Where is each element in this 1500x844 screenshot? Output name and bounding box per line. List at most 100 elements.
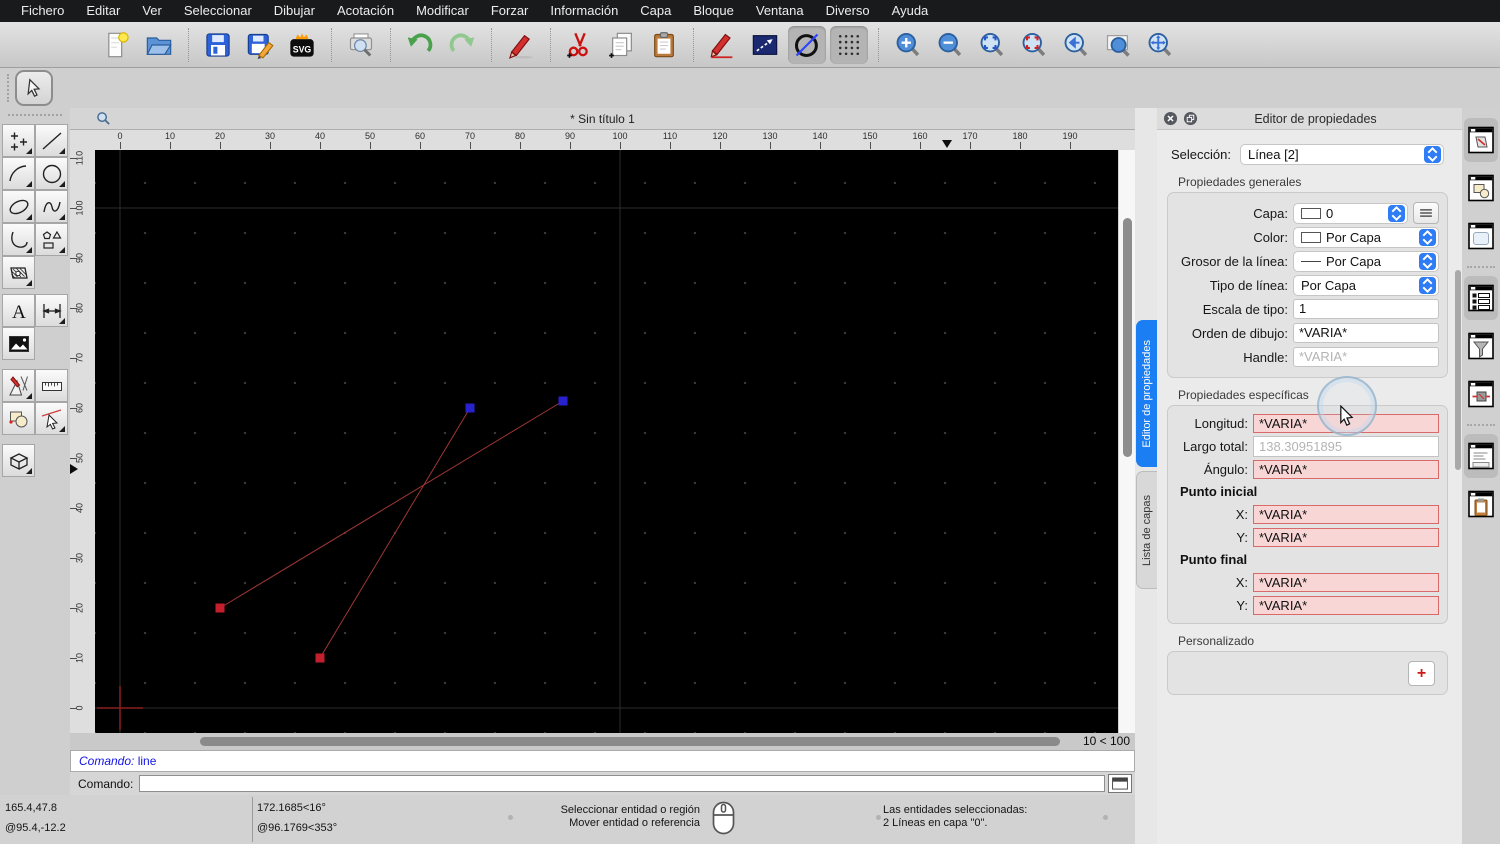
print-preview-button[interactable]	[342, 26, 380, 64]
zoom-pan-button[interactable]	[1141, 26, 1179, 64]
property-input[interactable]: *VARIA*	[1293, 347, 1439, 367]
property-input[interactable]: *VARIA*	[1293, 323, 1439, 343]
remove-entity-button[interactable]	[502, 26, 540, 64]
capa-dropdown[interactable]: 0	[1293, 203, 1408, 224]
toolbar-handle[interactable]	[7, 74, 9, 102]
select-tool-button[interactable]	[15, 70, 53, 106]
tool-delete-entity[interactable]	[35, 402, 68, 435]
line-start-handle[interactable]	[216, 604, 225, 613]
vertical-scrollbar[interactable]	[1118, 150, 1135, 733]
command-input[interactable]	[139, 775, 1105, 792]
drawing-canvas[interactable]	[95, 150, 1118, 733]
tool-points[interactable]	[2, 124, 35, 157]
open-file-button[interactable]	[140, 26, 178, 64]
pen-palette-window-toggle[interactable]	[1464, 372, 1498, 416]
draw-pencil-button[interactable]	[704, 26, 742, 64]
varies-field[interactable]: *VARIA*	[1253, 573, 1439, 592]
tool-ellipse[interactable]	[2, 190, 35, 223]
varies-field[interactable]: *VARIA*	[1253, 596, 1439, 615]
select-window-button[interactable]	[746, 26, 784, 64]
menu-modificar[interactable]: Modificar	[405, 0, 480, 22]
close-panel-icon[interactable]	[1163, 111, 1178, 126]
library-window-toggle[interactable]	[1464, 214, 1498, 258]
zoom-in-button[interactable]	[889, 26, 927, 64]
zoom-selected-button[interactable]	[1015, 26, 1053, 64]
tool-modify[interactable]	[2, 369, 35, 402]
total-length-field[interactable]: 138.30951895	[1253, 436, 1439, 457]
entity-line[interactable]	[320, 408, 470, 658]
menu-seleccionar[interactable]: Seleccionar	[173, 0, 263, 22]
tool-arc[interactable]	[2, 157, 35, 190]
undo-button[interactable]	[401, 26, 439, 64]
keyboard-toggle-button[interactable]	[1108, 774, 1132, 793]
layer-menu-button[interactable]	[1413, 202, 1439, 224]
zoom-window-button[interactable]	[1099, 26, 1137, 64]
tool-polyline[interactable]	[2, 223, 35, 256]
menu-ventana[interactable]: Ventana	[745, 0, 815, 22]
property-input[interactable]: 1	[1293, 299, 1439, 319]
tool-blocks[interactable]	[2, 402, 35, 435]
line-end-handle[interactable]	[466, 404, 475, 413]
menu-capa[interactable]: Capa	[629, 0, 682, 22]
command-window-toggle[interactable]	[1464, 434, 1498, 478]
undock-panel-icon[interactable]	[1183, 111, 1198, 126]
layer-list-window-toggle[interactable]	[1464, 276, 1498, 320]
tool-text[interactable]: A	[2, 294, 35, 327]
tool-spline[interactable]	[35, 190, 68, 223]
grosordelalínea-dropdown[interactable]: Por Capa	[1293, 251, 1439, 272]
tool-box-3d[interactable]	[2, 444, 35, 477]
block-list-window-toggle[interactable]	[1464, 166, 1498, 210]
toggle-grid-button[interactable]	[830, 26, 868, 64]
tool-circle[interactable]	[35, 157, 68, 190]
zoom-auto-button[interactable]	[973, 26, 1011, 64]
layer-filter-window-toggle[interactable]	[1464, 324, 1498, 368]
zoom-out-button[interactable]	[931, 26, 969, 64]
menu-ver[interactable]: Ver	[131, 0, 173, 22]
add-custom-property-button[interactable]: +	[1408, 661, 1435, 686]
tab-layer-list[interactable]: Lista de capas	[1136, 471, 1157, 589]
clipboard-window-toggle[interactable]	[1464, 482, 1498, 526]
varies-field[interactable]: *VARIA*	[1253, 460, 1439, 479]
vertical-scrollbar-thumb[interactable]	[1123, 218, 1132, 457]
menu-fichero[interactable]: Fichero	[10, 0, 75, 22]
save-as-button[interactable]	[241, 26, 279, 64]
redo-button[interactable]	[443, 26, 481, 64]
tool-image[interactable]	[2, 327, 35, 360]
entity-line[interactable]	[220, 401, 563, 608]
paste-button[interactable]	[645, 26, 683, 64]
menu-información[interactable]: Información	[539, 0, 629, 22]
tool-options-row	[0, 68, 1500, 108]
menu-ayuda[interactable]: Ayuda	[881, 0, 940, 22]
selection-dropdown[interactable]: Línea [2]	[1240, 144, 1444, 165]
copy-button[interactable]	[603, 26, 641, 64]
tool-measure[interactable]	[35, 369, 68, 402]
line-start-handle[interactable]	[316, 654, 325, 663]
varies-field[interactable]: *VARIA*	[1253, 528, 1439, 547]
new-file-button[interactable]	[98, 26, 136, 64]
color-dropdown[interactable]: Por Capa	[1293, 227, 1439, 248]
export-svg-button[interactable]: SVG	[283, 26, 321, 64]
tool-hatch[interactable]	[2, 256, 35, 289]
horizontal-scrollbar-thumb[interactable]	[200, 737, 1060, 746]
panel-scrollbar-thumb[interactable]	[1455, 270, 1461, 470]
menu-forzar[interactable]: Forzar	[480, 0, 540, 22]
menu-editar[interactable]: Editar	[75, 0, 131, 22]
varies-field[interactable]: *VARIA*	[1253, 505, 1439, 524]
menu-acotación[interactable]: Acotación	[326, 0, 405, 22]
draw-circle-line-button[interactable]	[788, 26, 826, 64]
property-editor-window-toggle[interactable]	[1464, 118, 1498, 162]
tab-property-editor[interactable]: Editor de propiedades	[1136, 320, 1157, 467]
horizontal-scrollbar[interactable]: 10 < 100	[70, 733, 1135, 750]
tool-polygon[interactable]	[35, 223, 68, 256]
save-button[interactable]	[199, 26, 237, 64]
menu-bloque[interactable]: Bloque	[682, 0, 744, 22]
menu-diverso[interactable]: Diverso	[815, 0, 881, 22]
line-end-handle[interactable]	[559, 397, 568, 406]
cut-button[interactable]	[561, 26, 599, 64]
menu-dibujar[interactable]: Dibujar	[263, 0, 326, 22]
tool-dimension[interactable]	[35, 294, 68, 327]
tipodelínea-dropdown[interactable]: Por Capa	[1293, 275, 1439, 296]
zoom-previous-button[interactable]	[1057, 26, 1095, 64]
tool-line[interactable]	[35, 124, 68, 157]
palette-handle[interactable]	[8, 114, 62, 116]
